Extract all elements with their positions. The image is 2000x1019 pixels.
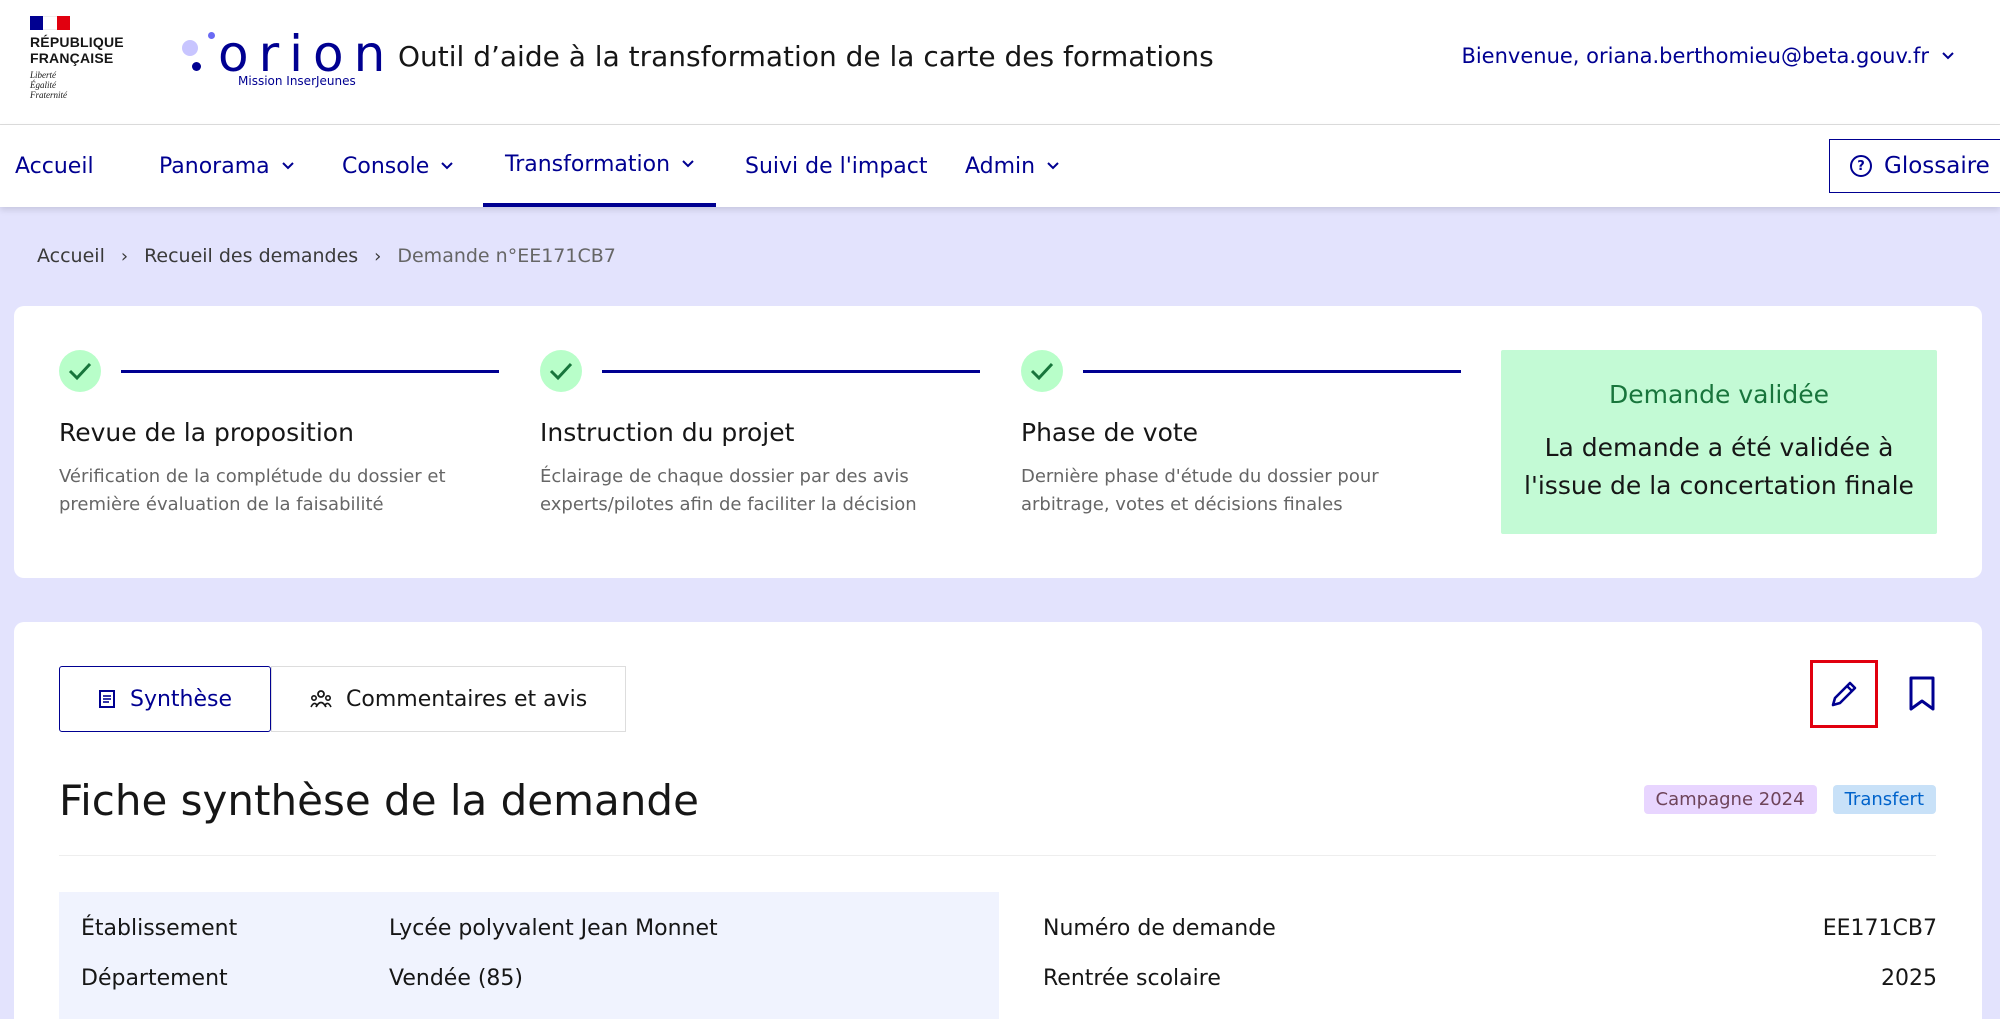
step-title: Phase de vote bbox=[1021, 418, 1199, 447]
people-icon bbox=[310, 690, 332, 708]
step-description: Éclairage de chaque dossier par des avis… bbox=[540, 466, 917, 515]
rf-motto: Liberté Égalité Fraternité bbox=[30, 70, 67, 100]
type-badge: Transfert bbox=[1832, 785, 1936, 814]
info-label: Numéro de demande bbox=[1043, 916, 1276, 941]
nav-console[interactable]: Console bbox=[342, 125, 454, 207]
tabs: Synthèse Commentaires et avis bbox=[59, 666, 627, 732]
badges: Campagne 2024 Transfert bbox=[1643, 785, 1936, 814]
step-progress-line bbox=[1083, 369, 1461, 373]
welcome-text: Bienvenue, oriana.berthomieu@beta.gouv.f… bbox=[1461, 44, 1929, 68]
question-icon: ? bbox=[1850, 155, 1872, 177]
step-title: Revue de la proposition bbox=[59, 418, 354, 447]
step-description: Vérification de la complétude du dossier… bbox=[59, 466, 446, 515]
chevron-down-icon bbox=[682, 160, 694, 168]
breadcrumb-accueil[interactable]: Accueil bbox=[37, 245, 105, 267]
app-title: Outil d’aide à la transformation de la c… bbox=[398, 40, 1214, 73]
tab-synthese[interactable]: Synthèse bbox=[59, 666, 272, 732]
chevron-down-icon bbox=[441, 162, 454, 170]
info-value: EE171CB7 bbox=[1822, 916, 1937, 941]
status-text: La demande a été validée à l'issue de la … bbox=[1524, 433, 1914, 500]
info-row: Établissement Lycée polyvalent Jean Monn… bbox=[81, 916, 718, 941]
chevron-down-icon bbox=[1942, 52, 1954, 60]
check-icon bbox=[1021, 350, 1063, 392]
info-panel-left: Établissement Lycée polyvalent Jean Monn… bbox=[59, 892, 999, 1019]
step-progress-line bbox=[121, 369, 499, 373]
step-description: Dernière phase d'étude du dossier pour ar… bbox=[1021, 466, 1379, 515]
nav-admin[interactable]: Admin bbox=[965, 125, 1059, 207]
chevron-right-icon: › bbox=[374, 245, 382, 267]
step-revue: Revue de la proposition Vérification de … bbox=[59, 350, 499, 519]
chevron-down-icon bbox=[281, 162, 294, 170]
info-label: Rentrée scolaire bbox=[1043, 966, 1221, 991]
user-menu[interactable]: Bienvenue, oriana.berthomieu@beta.gouv.f… bbox=[1461, 44, 1955, 68]
info-row-right: Numéro de demande EE171CB7 bbox=[1043, 916, 1937, 941]
rf-text-line1: RÉPUBLIQUE bbox=[30, 34, 124, 50]
header: RÉPUBLIQUE FRANÇAISE Liberté Égalité Fra… bbox=[0, 0, 2000, 125]
flag-icon bbox=[30, 16, 70, 30]
info-row: Département Vendée (85) bbox=[81, 966, 523, 991]
main-nav: Accueil Panorama Console Transformation … bbox=[0, 125, 2000, 207]
chevron-right-icon: › bbox=[120, 245, 129, 267]
info-value: Lycée polyvalent Jean Monnet bbox=[389, 916, 718, 941]
nav-suivi-impact[interactable]: Suivi de l'impact bbox=[745, 125, 928, 207]
step-vote: Phase de vote Dernière phase d'étude du … bbox=[1021, 350, 1461, 519]
bookmark-icon bbox=[1909, 676, 1935, 711]
document-icon bbox=[99, 690, 115, 708]
breadcrumb-recueil[interactable]: Recueil des demandes bbox=[144, 245, 358, 267]
orion-subtitle: Mission InserJeunes bbox=[238, 74, 356, 88]
nav-accueil[interactable]: Accueil bbox=[15, 125, 94, 207]
glossaire-button[interactable]: ? Glossaire bbox=[1829, 139, 2000, 193]
step-title: Instruction du projet bbox=[540, 418, 795, 447]
campaign-badge: Campagne 2024 bbox=[1643, 785, 1817, 814]
status-validated-box: Demande validée La demande a été validée… bbox=[1501, 350, 1937, 534]
page-title: Fiche synthèse de la demande bbox=[59, 776, 699, 825]
info-label: Département bbox=[81, 966, 228, 991]
pencil-icon bbox=[1831, 681, 1857, 707]
status-title: Demande validée bbox=[1609, 380, 1829, 409]
chevron-down-icon bbox=[1047, 162, 1059, 170]
orion-wordmark: orion bbox=[218, 25, 396, 83]
nav-panorama[interactable]: Panorama bbox=[159, 125, 294, 207]
info-value: 2025 bbox=[1881, 966, 1937, 991]
orion-logo[interactable]: orion Mission InserJeunes bbox=[178, 24, 385, 94]
breadcrumb-current: Demande n°EE171CB7 bbox=[397, 245, 616, 267]
republique-francaise-logo[interactable]: RÉPUBLIQUE FRANÇAISE Liberté Égalité Fra… bbox=[30, 16, 130, 100]
rf-text-line2: FRANÇAISE bbox=[30, 50, 114, 66]
step-progress-line bbox=[602, 369, 980, 373]
info-value: Vendée (85) bbox=[389, 966, 524, 991]
orion-dots-icon bbox=[178, 32, 218, 82]
bookmark-button[interactable] bbox=[1894, 666, 1950, 722]
nav-transformation[interactable]: Transformation bbox=[483, 125, 717, 207]
tab-commentaires[interactable]: Commentaires et avis bbox=[271, 666, 627, 732]
divider bbox=[59, 855, 1936, 856]
breadcrumb: Accueil › Recueil des demandes › Demande… bbox=[37, 245, 616, 267]
step-instruction: Instruction du projet Éclairage de chaqu… bbox=[540, 350, 980, 519]
check-icon bbox=[59, 350, 101, 392]
info-row-right: Rentrée scolaire 2025 bbox=[1043, 966, 1937, 991]
info-label: Établissement bbox=[81, 916, 238, 941]
synthesis-card: Synthèse Commentaires et avis Fiche synt… bbox=[14, 622, 1982, 1019]
check-icon bbox=[540, 350, 582, 392]
edit-button[interactable] bbox=[1810, 660, 1878, 728]
workflow-steps-card: Revue de la proposition Vérification de … bbox=[14, 306, 1982, 578]
